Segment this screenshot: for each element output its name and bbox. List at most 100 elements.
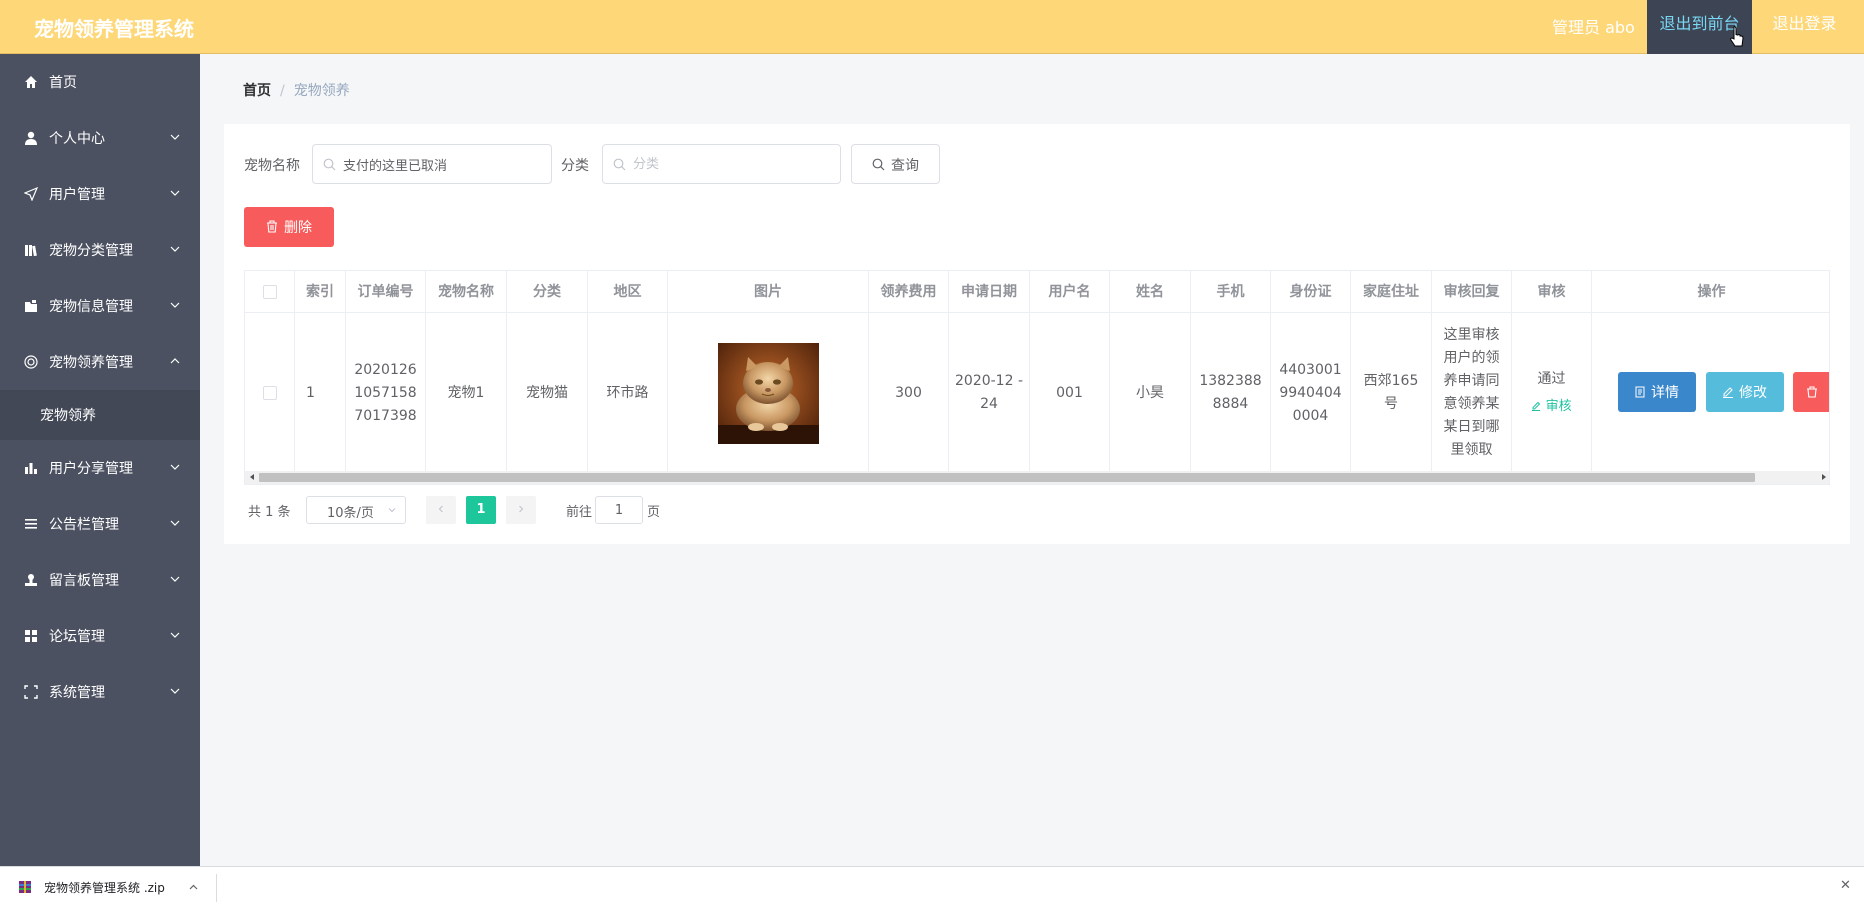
chevron-down-icon [388,508,396,513]
table-header-cell: 分类 [507,271,588,313]
sidebar-item-label: 宠物领养 [40,408,96,424]
next-page-button[interactable] [506,496,536,524]
chevron-down-icon [170,576,180,582]
admin-label: 管理员 abo [1552,18,1635,37]
table-cell-region: 环市路 [588,313,668,473]
top-header: 宠物领养管理系统 管理员 abo 退出到前台 退出登录 [0,0,1864,54]
table-cell-index: 1 [295,313,346,473]
delete-button[interactable]: 删除 [244,207,334,247]
category-label: 分类 [561,158,589,174]
query-button[interactable]: 查询 [851,144,940,184]
chevron-down-icon [170,190,180,196]
sidebar-item-personal-center[interactable]: 个人中心 [0,110,200,166]
pet-name-label: 宠物名称 [244,158,300,174]
pet-name-input[interactable] [343,154,543,174]
pagination-total: 共 1 条 [248,505,291,520]
download-file-name[interactable]: 宠物领养管理系统 .zip [44,879,165,896]
sidebar-item-label: 宠物领养管理 [49,355,133,371]
table-header-cell: 审核回复 [1432,271,1512,313]
sidebar-item-system-management[interactable]: 系统管理 [0,664,200,720]
logout-button[interactable]: 退出登录 [1752,0,1857,54]
fullscreen-icon [24,685,38,699]
sidebar-item-label: 首页 [49,75,77,91]
goto-label: 前往 [566,505,593,520]
bar-chart-icon [25,463,37,474]
table-cell-category: 宠物猫 [507,313,588,473]
scroll-right-arrow[interactable] [1822,474,1826,480]
page-size-label: 10条/页 [327,506,374,521]
table-cell-order-no: 20201261057158 7017398 [346,313,426,473]
edit-button-label: 修改 [1739,385,1767,401]
table-header-cell: 地区 [588,271,668,313]
trash-icon [267,220,277,233]
query-button-label: 查询 [891,158,919,174]
browser-download-bar: 宠物领养管理系统 .zip ✕ [0,866,1864,907]
sidebar: 首页 个人中心 用户管理 宠物分类管理 宠物信息管理 宠物领养管理 宠物领养 用… [0,54,200,866]
zip-file-icon [19,881,31,893]
table-header-cell: 家庭住址 [1351,271,1432,313]
chevron-down-icon [170,520,180,526]
sidebar-subitem-pet-adoption[interactable]: 宠物领养 [0,390,200,440]
breadcrumb-home[interactable]: 首页 [243,83,271,99]
table-cell-username: 001 [1030,313,1110,473]
table-cell-actions: 详情 修改 [1592,313,1829,473]
page-number-button[interactable]: 1 [466,496,496,524]
chevron-up-icon[interactable] [189,884,198,890]
person-stamp-icon [25,574,37,586]
sidebar-item-pet-info-management[interactable]: 宠物信息管理 [0,278,200,334]
table-header-cell: 审核 [1512,271,1592,313]
sidebar-item-pet-category-management[interactable]: 宠物分类管理 [0,222,200,278]
category-input[interactable] [633,154,833,174]
chevron-left-icon [438,505,443,513]
table-row-select [245,313,295,473]
sidebar-item-user-share-management[interactable]: 用户分享管理 [0,440,200,496]
row-delete-button[interactable] [1793,372,1829,412]
table-header-cell: 图片 [668,271,869,313]
table-cell-pet-name: 宠物1 [426,313,507,473]
page-size-select[interactable]: 10条/页 [306,496,406,524]
trash-icon [1807,386,1817,398]
category-search-box [602,144,841,184]
chevron-right-icon [519,505,524,513]
table-header-cell: 用户名 [1030,271,1110,313]
table-header-cell: 手机 [1191,271,1271,313]
sidebar-item-label: 用户管理 [49,187,105,203]
goto-page-unit: 页 [647,505,661,520]
scroll-left-arrow[interactable] [250,474,254,480]
edit-button[interactable]: 修改 [1706,372,1784,412]
table-cell-id-card: 4403001 9940404 0004 [1271,313,1351,473]
table-cell-phone: 1382388 8884 [1191,313,1271,473]
breadcrumb-separator: / [280,83,285,99]
goto-page-input[interactable] [595,496,643,524]
chevron-down-icon [170,464,180,470]
sidebar-item-forum-management[interactable]: 论坛管理 [0,608,200,664]
list-icon [25,519,37,529]
search-icon [613,158,626,171]
scroll-thumb[interactable] [259,473,1755,482]
close-download-bar-icon[interactable]: ✕ [1840,878,1851,893]
detail-button[interactable]: 详情 [1618,372,1696,412]
select-all-checkbox[interactable] [263,285,277,299]
sidebar-item-home[interactable]: 首页 [0,54,200,110]
sidebar-item-notice-management[interactable]: 公告栏管理 [0,496,200,552]
sidebar-item-label: 系统管理 [49,685,105,701]
audit-link[interactable]: 审核 [1531,395,1572,418]
table-header-cell: 宠物名称 [426,271,507,313]
table-cell-image [668,313,869,473]
sidebar-item-pet-adoption-management[interactable]: 宠物领养管理 [0,334,200,390]
sidebar-item-user-management[interactable]: 用户管理 [0,166,200,222]
chevron-down-icon [170,134,180,140]
audit-link-label: 审核 [1545,399,1572,414]
folder-icon [25,300,37,312]
audit-status: 通过 [1537,371,1566,387]
breadcrumb: 首页 / 宠物领养 [243,80,350,100]
shield-icon [24,355,38,369]
app-title: 宠物领养管理系统 [34,17,194,41]
search-icon [872,158,885,171]
sidebar-item-message-board-management[interactable]: 留言板管理 [0,552,200,608]
table-horizontal-scrollbar[interactable] [245,471,1829,484]
row-checkbox[interactable] [262,386,277,400]
sidebar-item-label: 留言板管理 [49,573,119,589]
prev-page-button[interactable] [426,496,456,524]
home-icon [25,76,37,88]
